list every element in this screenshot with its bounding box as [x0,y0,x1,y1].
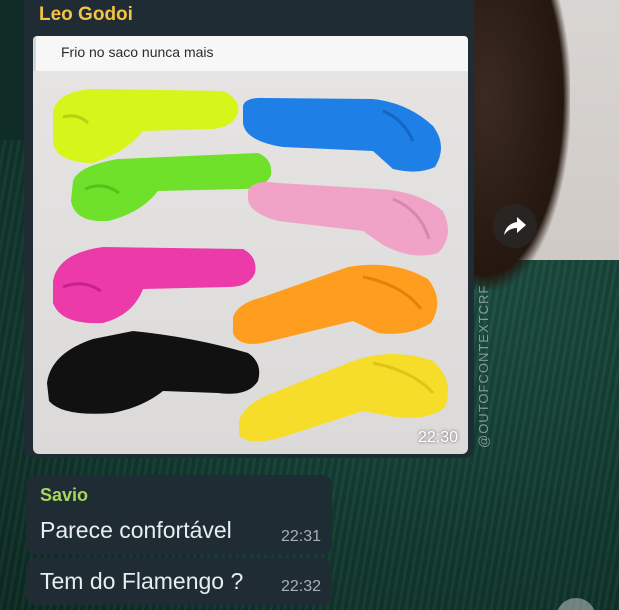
watermark-text: @OUTOFCONTEXTCRF [476,284,491,448]
message-sender-name[interactable]: Leo Godoi [39,4,133,26]
message-bubble-reply[interactable]: Savio Parece confortável 22:31 [26,475,332,555]
reply-sender-name[interactable]: Savio [40,485,88,506]
photo-item-yellow [239,354,449,442]
message-caption-bar: Frio no saco nunca mais [33,36,468,71]
message-photo[interactable]: 22:30 [33,71,468,454]
forward-arrow-icon [504,217,526,235]
photo-illustration [47,89,449,442]
reply-message-text: Parece confortável [40,517,232,543]
photo-item-yellow-green [53,89,239,163]
second-timestamp: 22:32 [280,578,321,595]
photo-item-black [47,331,260,414]
message-timestamp: 22:30 [417,429,458,446]
reply-timestamp: 22:31 [280,528,321,545]
photo-item-orange [233,264,438,344]
forward-button[interactable] [493,204,537,248]
photo-item-pink [248,182,448,256]
message-caption: Frio no saco nunca mais [61,44,214,60]
photo-item-green [71,153,272,222]
photo-item-blue [243,97,442,172]
message-bubble-second[interactable]: Tem do Flamengo ? 22:32 [26,558,332,605]
second-message-text: Tem do Flamengo ? [40,568,244,594]
photo-item-magenta [53,247,256,324]
